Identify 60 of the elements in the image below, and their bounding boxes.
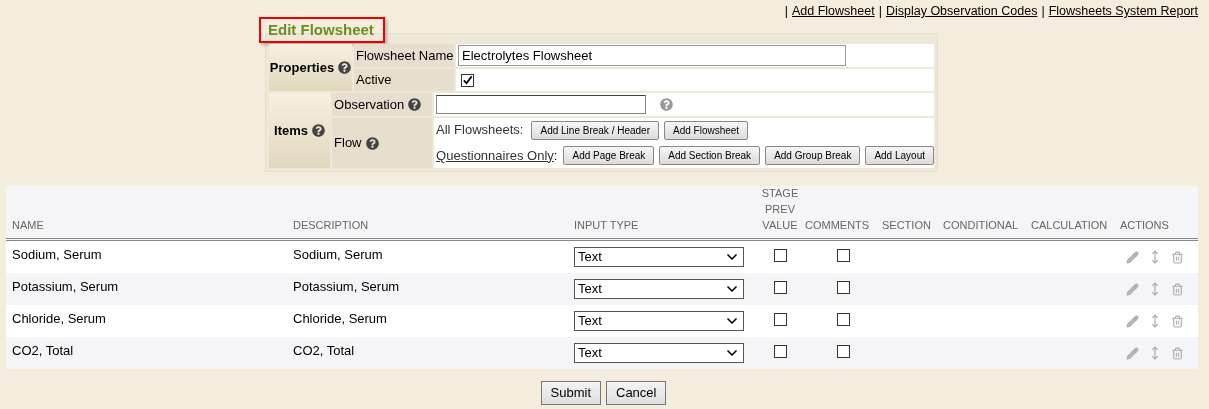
help-icon[interactable] [338,61,352,74]
properties-label: Properties [269,44,352,91]
column-header: INPUT TYPE [574,217,639,233]
table-cell: Chloride, Serum [293,310,387,326]
add-button[interactable]: Add Layout [865,146,934,165]
column-header: CALCULATION [1031,217,1108,233]
field-label: Flow [332,118,433,168]
table-cell: Sodium, Serum [293,246,383,262]
input-type-select[interactable]: Text [574,343,744,363]
checkbox[interactable] [773,313,787,326]
section-title: Edit Flowsheet [259,17,385,43]
observation-field[interactable] [436,95,647,114]
field-label: Active [354,69,454,91]
link-separator: | [878,4,882,19]
help-icon[interactable] [365,136,379,150]
colon: : [553,146,558,165]
top-link[interactable]: Display Observation Codes [885,4,1038,19]
input-type-select[interactable]: Text [574,247,744,267]
column-header: ACTIONS [1120,217,1169,233]
items-label: Items [269,93,331,168]
help-icon[interactable] [408,98,422,111]
checkbox[interactable] [773,281,787,294]
field-label: Flowsheet Name [354,44,454,67]
table-cell: Chloride, Serum [12,310,106,326]
column-header: NAME [12,217,44,233]
table-cell: CO2, Total [12,342,74,358]
table-cell: CO2, Total [293,342,355,358]
name-field[interactable]: Electrolytes Flowsheet [458,45,846,66]
flow-label: All Flowsheets: [436,120,524,139]
add-button[interactable]: Add Flowsheet [664,120,749,140]
table-cell: Sodium, Serum [12,246,102,262]
questionnaires-link[interactable]: Questionnaires Only [436,145,554,166]
link-separator: | [1041,4,1045,19]
checkbox[interactable] [773,345,787,358]
add-button[interactable]: Add Page Break [563,146,655,165]
checkbox[interactable] [837,313,850,326]
link-separator: | [784,4,788,19]
input-type-select[interactable]: Text [574,279,744,299]
column-header: CONDITIONAL [943,217,1019,233]
column-header: DESCRIPTION [293,217,369,233]
field-label: Observation [332,93,433,116]
top-link[interactable]: Add Flowsheet [792,4,875,19]
table-cell: Potassium, Serum [293,278,400,294]
input-type-select[interactable]: Text [574,311,744,331]
cancel-button[interactable]: Cancel [606,381,667,405]
add-button[interactable]: Add Line Break / Header [531,120,659,140]
top-link[interactable]: Flowsheets System Report [1048,4,1198,19]
checkbox[interactable] [837,281,850,294]
checkbox[interactable] [837,249,850,262]
help-icon[interactable] [312,124,325,137]
column-header: COMMENTS [805,217,870,233]
checkbox[interactable] [461,73,474,87]
column-header: SECTION [882,217,931,233]
add-button[interactable]: Add Group Break [765,146,861,165]
table-cell: Potassium, Serum [12,278,119,294]
submit-button[interactable]: Submit [540,381,601,405]
checkbox[interactable] [837,345,850,358]
add-button[interactable]: Add Section Break [659,146,761,165]
column-header: STAGE PREV VALUE [760,185,800,233]
checkbox[interactable] [773,249,787,262]
